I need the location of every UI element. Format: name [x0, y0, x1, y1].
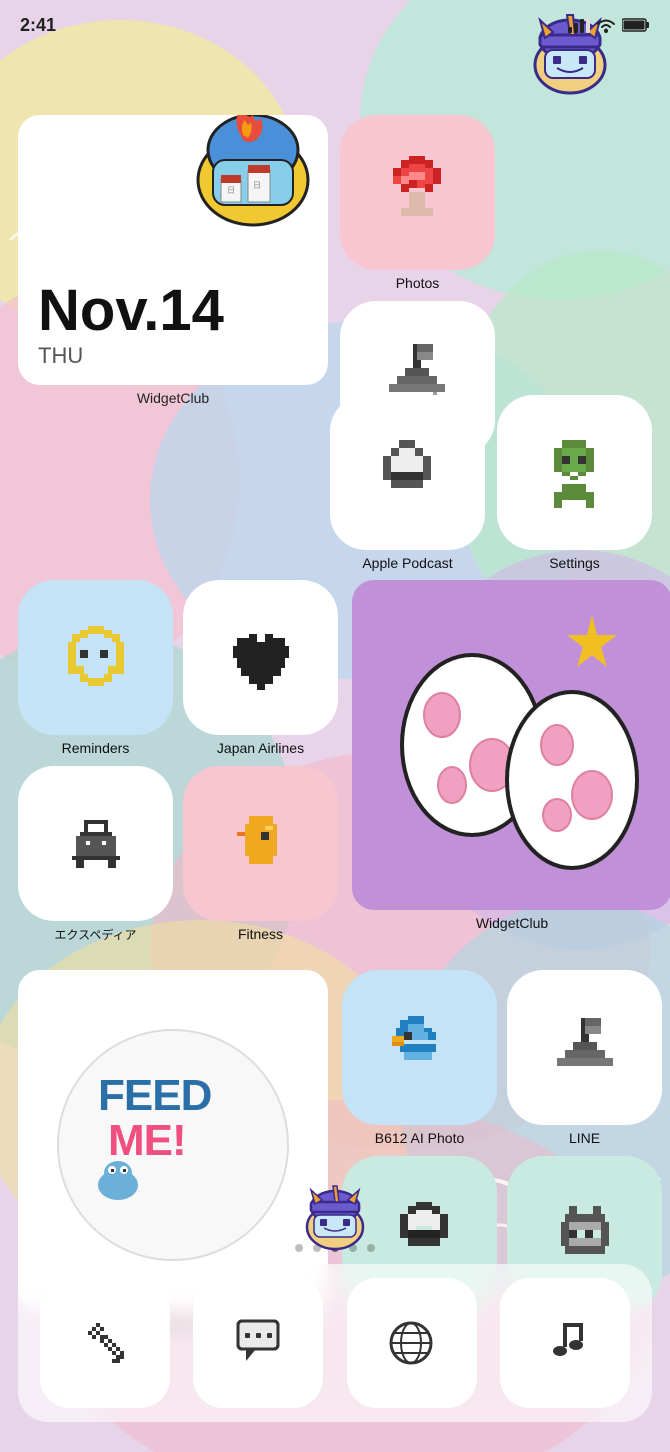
fitness-icon — [183, 766, 338, 921]
fitness-pixel-icon — [221, 804, 301, 884]
widget-day: THU — [38, 343, 308, 369]
app-item-podcast[interactable]: Apple Podcast — [330, 395, 485, 571]
podcast-label: Apple Podcast — [362, 555, 452, 571]
messages-pixel-icon — [226, 1311, 291, 1376]
svg-text:FEED: FEED — [98, 1071, 211, 1120]
b612-icon — [342, 970, 497, 1125]
svg-text:日: 日 — [253, 181, 261, 191]
app-item-b612[interactable]: B612 AI Photo — [342, 970, 497, 1146]
egg-widget-art — [362, 585, 662, 905]
dock — [18, 1264, 652, 1422]
dock-item-music[interactable] — [500, 1278, 630, 1408]
settings-label: Settings — [549, 555, 600, 571]
phone-icon — [40, 1278, 170, 1408]
widgetclub-date-label: WidgetClub — [137, 390, 209, 406]
app-item-reminders[interactable]: Reminders — [18, 580, 173, 756]
battery-icon — [622, 18, 650, 32]
line-icon — [507, 970, 662, 1125]
settings-icon — [497, 395, 652, 550]
widget-character: 日 日 — [183, 115, 323, 240]
music-pixel-icon — [533, 1311, 598, 1376]
line-label: LINE — [569, 1130, 600, 1146]
line-pixel-icon — [545, 1008, 625, 1088]
b612-label: B612 AI Photo — [375, 1130, 465, 1146]
dock-item-messages[interactable] — [193, 1278, 323, 1408]
photos-pixel-icon — [373, 148, 463, 238]
messages-icon — [193, 1278, 323, 1408]
dock-item-phone[interactable] — [40, 1278, 170, 1408]
row1b-apps: Apple Podcast — [330, 395, 652, 571]
widgetclub-egg-label: WidgetClub — [476, 915, 548, 931]
widget-club-date[interactable]: 日 日 Nov.14 THU — [18, 115, 328, 385]
jal-label: Japan Airlines — [217, 740, 304, 756]
pinterest-pixel-icon — [545, 1194, 625, 1274]
fitness-label: Fitness — [238, 926, 283, 942]
widgetclub-egg-wrapper: WidgetClub — [352, 580, 670, 943]
widget-club-date-wrapper: 日 日 Nov.14 THU WidgetClub — [18, 115, 328, 406]
jal-icon — [183, 580, 338, 735]
sticker-mid-hat — [290, 1182, 380, 1257]
expedia-label: エクスペディア — [55, 926, 137, 943]
app-item-line[interactable]: LINE — [507, 970, 662, 1146]
jal-pixel-icon — [221, 618, 301, 698]
reminders-pixel-icon — [56, 618, 136, 698]
sticker-mid — [290, 1182, 380, 1257]
status-icons — [568, 17, 650, 33]
podcast-pixel-icon — [363, 428, 453, 518]
expedia-icon — [18, 766, 173, 921]
svg-text:ME!: ME! — [108, 1116, 186, 1165]
app-item-photos[interactable]: Photos — [340, 115, 495, 291]
row2-app-grid: Reminders — [18, 580, 338, 943]
status-bar: 2:41 — [0, 0, 670, 50]
b612-pixel-icon — [380, 1008, 460, 1088]
row3-top-apps: B612 AI Photo — [342, 970, 662, 1146]
app-item-jal[interactable]: Japan Airlines — [183, 580, 338, 756]
music-icon — [500, 1278, 630, 1408]
signal-icon — [568, 17, 590, 33]
browser-icon — [347, 1278, 477, 1408]
browser-pixel-icon — [379, 1311, 444, 1376]
app-item-fitness[interactable]: Fitness — [183, 766, 338, 943]
settings-pixel-icon — [530, 428, 620, 518]
widget-club-egg[interactable] — [352, 580, 670, 910]
feed-me-widget[interactable]: FEED ME! — [18, 970, 328, 1310]
reminders-icon — [18, 580, 173, 735]
phone-pixel-icon — [72, 1311, 137, 1376]
photos-label: Photos — [396, 275, 440, 291]
svg-text:日: 日 — [227, 186, 235, 196]
kakaotalk-pixel-icon — [380, 1194, 460, 1274]
app-item-settings[interactable]: Settings — [497, 395, 652, 571]
podcast-icon — [330, 395, 485, 550]
wifi-icon — [596, 17, 616, 33]
photos-icon — [340, 115, 495, 270]
app-item-expedia[interactable]: エクスペディア — [18, 766, 173, 943]
reminders-label: Reminders — [62, 740, 130, 756]
expedia-pixel-icon — [56, 804, 136, 884]
home-screen: 日 日 Nov.14 THU WidgetClub — [0, 50, 670, 1452]
widget-date: Nov.14 — [38, 279, 308, 343]
status-time: 2:41 — [20, 15, 56, 36]
row2: Reminders — [18, 580, 652, 943]
dock-item-browser[interactable] — [347, 1278, 477, 1408]
